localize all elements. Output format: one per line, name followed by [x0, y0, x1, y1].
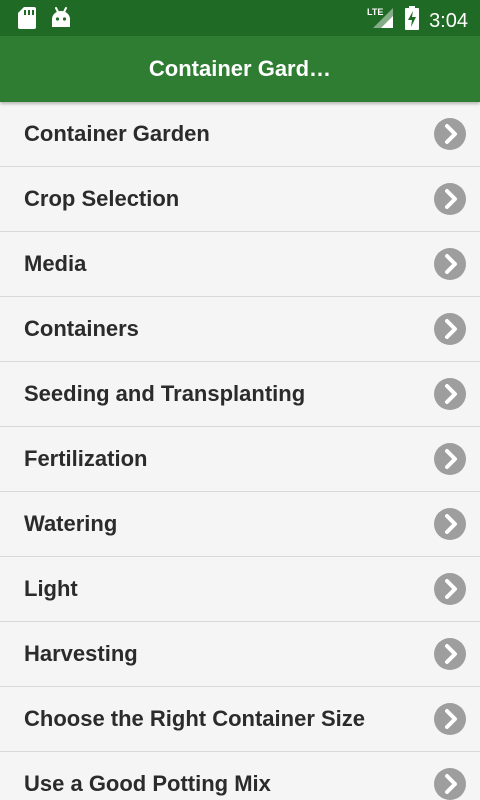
topic-list[interactable]: Container Garden Crop Selection Media Co…: [0, 102, 480, 800]
list-item-label: Container Garden: [24, 121, 210, 146]
list-item[interactable]: Light: [0, 557, 480, 622]
chevron-right-icon[interactable]: [434, 703, 466, 735]
page-title: Container Gard…: [148, 56, 332, 81]
clock: 3:04: [429, 9, 468, 32]
chevron-right-icon[interactable]: [434, 508, 466, 540]
lte-signal-icon: LTE: [367, 6, 395, 35]
list-item-label: Crop Selection: [24, 186, 180, 211]
status-bar-notifications: [18, 7, 72, 34]
list-item[interactable]: Use a Good Potting Mix: [0, 752, 480, 800]
app-bar: Container Gard…: [0, 36, 480, 102]
list-item-label: Media: [24, 251, 87, 276]
list-item-label: Light: [24, 576, 78, 601]
list-item[interactable]: Seeding and Transplanting: [0, 362, 480, 427]
list-item-label: Use a Good Potting Mix: [24, 771, 271, 796]
list-item[interactable]: Crop Selection: [0, 167, 480, 232]
chevron-right-icon[interactable]: [434, 638, 466, 670]
chevron-right-icon[interactable]: [434, 378, 466, 410]
chevron-right-icon[interactable]: [434, 313, 466, 345]
chevron-right-icon[interactable]: [434, 573, 466, 605]
chevron-right-icon[interactable]: [434, 443, 466, 475]
chevron-right-icon[interactable]: [434, 183, 466, 215]
list-item[interactable]: Containers: [0, 297, 480, 362]
chevron-right-icon[interactable]: [434, 768, 466, 800]
chevron-right-icon[interactable]: [434, 118, 466, 150]
sd-card-icon: [18, 7, 36, 34]
list-item-label: Containers: [24, 316, 139, 341]
chevron-right-icon[interactable]: [434, 248, 466, 280]
status-bar: LTE 3:04: [0, 0, 480, 36]
android-icon: [50, 7, 72, 34]
status-bar-system: LTE 3:04: [367, 6, 468, 35]
list-item[interactable]: Harvesting: [0, 622, 480, 687]
list-item[interactable]: Container Garden: [0, 102, 480, 167]
list-item-label: Choose the Right Container Size: [24, 706, 366, 731]
list-item-label: Seeding and Transplanting: [24, 381, 306, 406]
list-item[interactable]: Watering: [0, 492, 480, 557]
list-item-label: Watering: [24, 511, 118, 536]
lte-label: LTE: [367, 7, 383, 17]
list-item[interactable]: Media: [0, 232, 480, 297]
list-item[interactable]: Choose the Right Container Size: [0, 687, 480, 752]
list-item[interactable]: Fertilization: [0, 427, 480, 492]
battery-charging-icon: [405, 6, 420, 35]
list-item-label: Harvesting: [24, 641, 138, 666]
list-item-label: Fertilization: [24, 446, 148, 471]
